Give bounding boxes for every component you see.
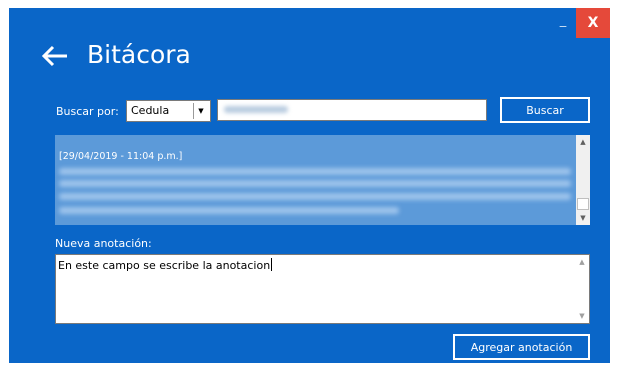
note-textarea[interactable]: En este campo se escribe la anotacion ▲ … <box>55 254 590 324</box>
close-button[interactable]: X <box>576 8 610 38</box>
minimize-button[interactable]: _ <box>556 12 570 30</box>
redacted-log-line <box>59 168 571 175</box>
redacted-log-line <box>59 207 399 214</box>
redacted-log-line <box>59 193 571 200</box>
triangle-down-icon[interactable]: ▼ <box>576 211 590 225</box>
log-history-box[interactable]: [29/04/2019 - 11:04 p.m.] ▲ ▼ <box>55 135 590 225</box>
note-text: En este campo se escribe la anotacion <box>58 258 273 273</box>
log-scrollbar[interactable]: ▲ ▼ <box>576 135 590 225</box>
page-title: Bitácora <box>87 40 191 69</box>
triangle-up-icon[interactable]: ▲ <box>576 135 590 149</box>
bitacora-window: _ X Bitácora Buscar por: Cedula ▼ Buscar… <box>9 8 610 363</box>
triangle-down-icon[interactable]: ▼ <box>575 309 589 323</box>
search-button[interactable]: Buscar <box>500 97 590 123</box>
search-field-select[interactable]: Cedula ▼ <box>126 100 211 122</box>
new-note-label: Nueva anotación: <box>55 237 152 250</box>
redacted-log-line <box>59 180 571 187</box>
triangle-up-icon[interactable]: ▲ <box>575 255 589 269</box>
add-note-button[interactable]: Agregar anotación <box>453 334 590 360</box>
arrow-left-icon[interactable] <box>40 43 70 69</box>
search-input[interactable] <box>217 99 487 121</box>
redacted-search-value <box>224 106 288 113</box>
note-scrollbar[interactable]: ▲ ▼ <box>575 255 589 323</box>
log-entry-date: [29/04/2019 - 11:04 p.m.] <box>59 151 183 162</box>
search-by-label: Buscar por: <box>56 105 119 118</box>
note-text-value: En este campo se escribe la anotacion <box>58 259 271 272</box>
search-field-value: Cedula <box>131 104 170 117</box>
text-caret <box>271 258 273 271</box>
scrollbar-thumb[interactable] <box>577 198 589 210</box>
chevron-down-icon[interactable]: ▼ <box>193 103 208 119</box>
